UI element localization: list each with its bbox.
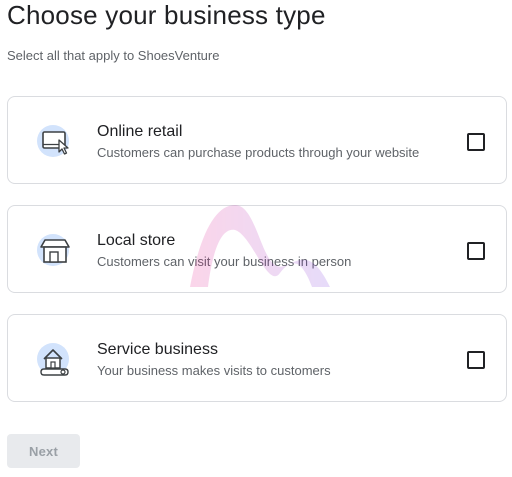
option-description: Customers can purchase products through … bbox=[97, 145, 420, 160]
option-name: Online retail bbox=[97, 123, 183, 140]
option-card-online-retail[interactable]: Online retail Customers can purchase pro… bbox=[7, 96, 507, 184]
online-retail-icon bbox=[35, 121, 75, 161]
option-name: Local store bbox=[97, 232, 176, 249]
online-retail-checkbox[interactable] bbox=[467, 133, 485, 151]
option-card-service-business[interactable]: Service business Your business makes vis… bbox=[7, 314, 507, 402]
option-name: Service business bbox=[97, 341, 218, 358]
service-house-icon bbox=[35, 339, 75, 379]
local-store-checkbox[interactable] bbox=[467, 242, 485, 260]
next-button[interactable]: Next bbox=[7, 434, 80, 468]
service-business-checkbox[interactable] bbox=[467, 351, 485, 369]
page-subtitle: Select all that apply to ShoesVenture bbox=[7, 48, 220, 63]
storefront-icon bbox=[35, 230, 75, 270]
option-description: Customers can visit your business in per… bbox=[97, 254, 352, 269]
option-card-local-store[interactable]: Local store Customers can visit your bus… bbox=[7, 205, 507, 293]
option-description: Your business makes visits to customers bbox=[97, 363, 331, 378]
page-title: Choose your business type bbox=[7, 0, 326, 30]
